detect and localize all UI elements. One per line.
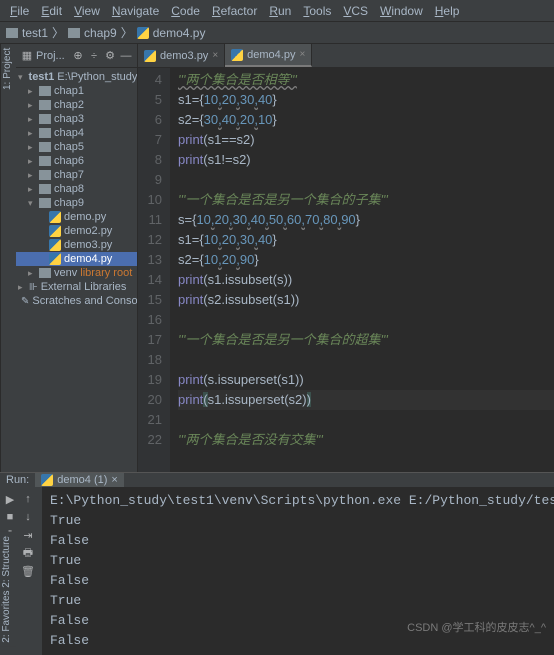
breadcrumb: test1 〉 chap9 〉 demo4.py	[0, 22, 554, 44]
code-line[interactable]	[178, 410, 554, 430]
menubar: FileEditViewNavigateCodeRefactorRunTools…	[0, 0, 554, 22]
code-line[interactable]: print(s2.issubset(s1))	[178, 290, 554, 310]
close-icon[interactable]: ×	[212, 50, 218, 61]
code-line[interactable]: print(s1.issubset(s))	[178, 270, 554, 290]
trash-icon[interactable]: 🗑	[20, 563, 36, 579]
code-line[interactable]: s={10,20,30,40,50,60,70,80,90}	[178, 210, 554, 230]
menu-refactor[interactable]: Refactor	[206, 4, 263, 18]
project-tool-button[interactable]: 1: Project	[1, 44, 16, 94]
panel-header: ▦ Proj... ⊕ ÷ ⚙ —	[16, 44, 137, 68]
hide-icon[interactable]: —	[119, 49, 133, 63]
menu-file[interactable]: File	[4, 4, 35, 18]
run-tab[interactable]: demo4 (1) ×	[35, 473, 124, 487]
code-line[interactable]: '''一个集合是否是另一个集合的超集'''	[178, 330, 554, 350]
panel-title: Proj...	[36, 50, 69, 62]
tree-chap1[interactable]: ▸chap1	[16, 84, 137, 98]
code-editor[interactable]: 45678910111213141516171819202122 '''两个集合…	[138, 68, 554, 472]
menu-help[interactable]: Help	[429, 4, 466, 18]
python-file-icon	[137, 27, 149, 39]
rerun-icon[interactable]: ▶	[2, 491, 18, 507]
tab-demo4.py[interactable]: demo4.py×	[225, 44, 312, 67]
tree-chap8[interactable]: ▸chap8	[16, 182, 137, 196]
menu-tools[interactable]: Tools	[297, 4, 337, 18]
tree-scratches[interactable]: ✎Scratches and Consoles	[16, 294, 137, 308]
code-line[interactable]: '''两个集合是否相等'''	[178, 70, 554, 90]
folder-icon	[68, 28, 80, 38]
close-icon[interactable]: ×	[111, 474, 117, 486]
project-icon: ▦	[20, 49, 34, 63]
tree-chap7[interactable]: ▸chap7	[16, 168, 137, 182]
code-line[interactable]: s1={10,20,30,40}	[178, 230, 554, 250]
tree-chap6[interactable]: ▸chap6	[16, 154, 137, 168]
print-icon[interactable]: 🖶	[20, 545, 36, 561]
watermark: CSDN @学工科的皮皮志^_^	[407, 619, 546, 635]
tree-root[interactable]: ▾test1 E:\Python_study\te	[16, 70, 137, 84]
down-icon[interactable]: ↓	[20, 509, 36, 525]
gutter: 45678910111213141516171819202122	[138, 68, 170, 472]
code-line[interactable]	[178, 350, 554, 370]
wrap-icon[interactable]: ⇥	[20, 527, 36, 543]
target-icon[interactable]: ⊕	[71, 49, 85, 63]
code-body[interactable]: '''两个集合是否相等'''s1={10,20,30,40}s2={30,40,…	[170, 68, 554, 472]
left-sidebar-lower: 2: Favorites 2: Structure	[0, 532, 16, 647]
stop-icon[interactable]: ■	[2, 509, 18, 525]
tab-demo3.py[interactable]: demo3.py×	[138, 44, 225, 67]
left-sidebar: 1: Project	[0, 44, 16, 472]
run-header: Run: demo4 (1) ×	[0, 473, 554, 487]
structure-tool-button[interactable]: 2: Structure	[1, 536, 12, 588]
python-file-icon	[41, 474, 53, 486]
code-line[interactable]	[178, 310, 554, 330]
tree-chap4[interactable]: ▸chap4	[16, 126, 137, 140]
run-label: Run:	[6, 474, 29, 486]
favorites-tool-button[interactable]: 2: Favorites	[1, 591, 12, 643]
code-line[interactable]	[178, 170, 554, 190]
code-line[interactable]: print(s1!=s2)	[178, 150, 554, 170]
menu-run[interactable]: Run	[263, 4, 297, 18]
expand-icon[interactable]: ÷	[87, 49, 101, 63]
gear-icon[interactable]: ⚙	[103, 49, 117, 63]
up-icon[interactable]: ↑	[20, 491, 36, 507]
tree-file-demo2.py[interactable]: demo2.py	[16, 224, 137, 238]
code-line[interactable]: s1={10,20,30,40}	[178, 90, 554, 110]
tree-file-demo3.py[interactable]: demo3.py	[16, 238, 137, 252]
code-line[interactable]: '''一个集合是否是另一个集合的子集'''	[178, 190, 554, 210]
editor-tabs: demo3.py×demo4.py×	[138, 44, 554, 68]
project-tree[interactable]: ▾test1 E:\Python_study\te▸chap1▸chap2▸ch…	[16, 68, 137, 310]
project-folder-icon	[6, 28, 18, 38]
tree-file-demo4.py[interactable]: demo4.py	[16, 252, 137, 266]
crumb-file[interactable]: demo4.py	[153, 26, 206, 40]
menu-edit[interactable]: Edit	[35, 4, 68, 18]
menu-window[interactable]: Window	[374, 4, 429, 18]
menu-vcs[interactable]: VCS	[337, 4, 374, 18]
tree-chap9[interactable]: ▾chap9	[16, 196, 137, 210]
code-line[interactable]: s2={10,20,90}	[178, 250, 554, 270]
code-line[interactable]: s2={30,40,20,10}	[178, 110, 554, 130]
menu-view[interactable]: View	[68, 4, 106, 18]
tree-external-libraries[interactable]: ▸⊪External Libraries	[16, 280, 137, 294]
crumb-folder[interactable]: chap9	[84, 26, 117, 40]
code-line[interactable]: print(s1==s2)	[178, 130, 554, 150]
menu-navigate[interactable]: Navigate	[106, 4, 165, 18]
tree-venv[interactable]: ▸venv library root	[16, 266, 137, 280]
code-line[interactable]: print(s1.issuperset(s2))	[178, 390, 554, 410]
editor-area: demo3.py×demo4.py× 456789101112131415161…	[138, 44, 554, 472]
tree-file-demo.py[interactable]: demo.py	[16, 210, 137, 224]
code-line[interactable]: '''两个集合是否没有交集'''	[178, 430, 554, 450]
code-line[interactable]: print(s.issuperset(s1))	[178, 370, 554, 390]
close-icon[interactable]: ×	[299, 49, 305, 60]
tree-chap5[interactable]: ▸chap5	[16, 140, 137, 154]
project-panel: ▦ Proj... ⊕ ÷ ⚙ — ▾test1 E:\Python_study…	[16, 44, 138, 472]
menu-code[interactable]: Code	[165, 4, 206, 18]
crumb-project[interactable]: test1	[22, 26, 48, 40]
tree-chap3[interactable]: ▸chap3	[16, 112, 137, 126]
tree-chap2[interactable]: ▸chap2	[16, 98, 137, 112]
